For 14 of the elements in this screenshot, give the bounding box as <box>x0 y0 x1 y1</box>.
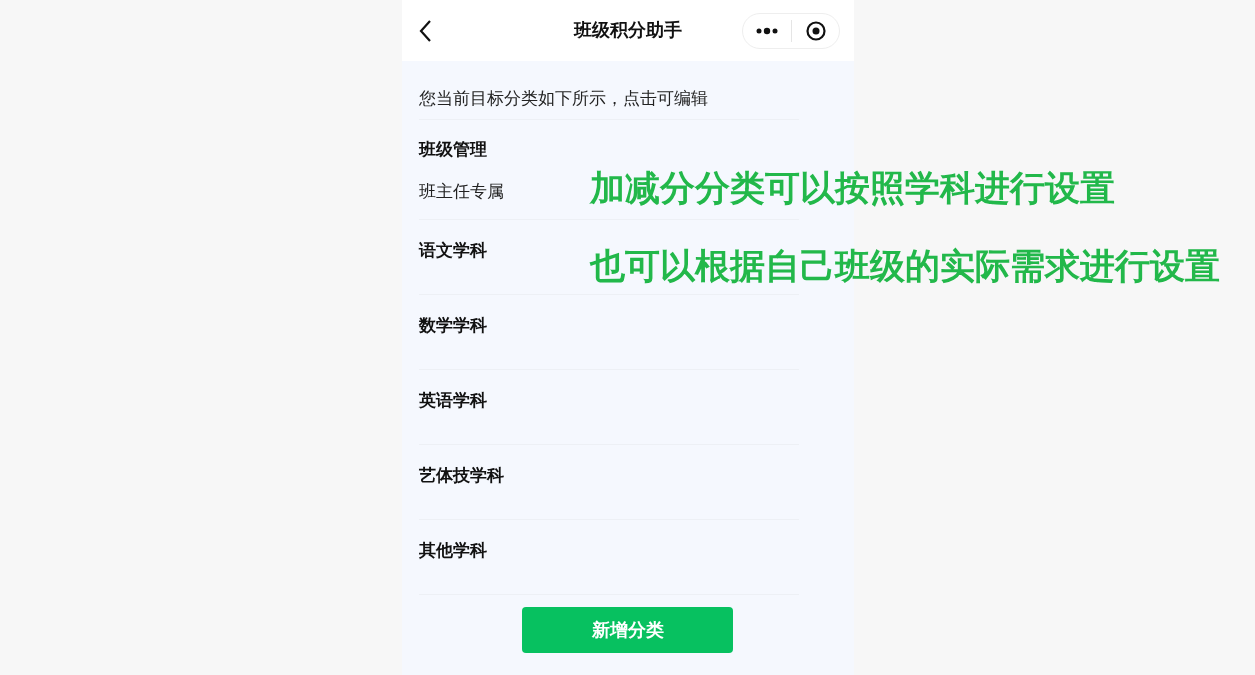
category-name[interactable]: 英语学科 <box>418 389 487 413</box>
page-title: 班级积分助手 <box>573 19 682 42</box>
category-name[interactable]: 班级管理 <box>418 138 487 162</box>
back-icon[interactable] <box>417 18 434 43</box>
category-name[interactable]: 数学学科 <box>418 314 487 338</box>
category-name[interactable]: 艺体技学科 <box>418 464 504 488</box>
annotation-text: 也可以根据自己班级的实际需求进行设置 <box>590 246 1220 286</box>
category-subtitle: 班主任专属 <box>418 181 504 203</box>
category-name[interactable]: 其他学科 <box>418 539 487 563</box>
close-icon[interactable] <box>804 19 827 42</box>
annotation-text: 加减分分类可以按照学科进行设置 <box>590 168 1115 208</box>
more-icon[interactable] <box>755 26 778 35</box>
intro-text: 您当前目标分类如下所示，点击可编辑 <box>418 61 799 120</box>
category-name[interactable]: 语文学科 <box>418 239 487 263</box>
